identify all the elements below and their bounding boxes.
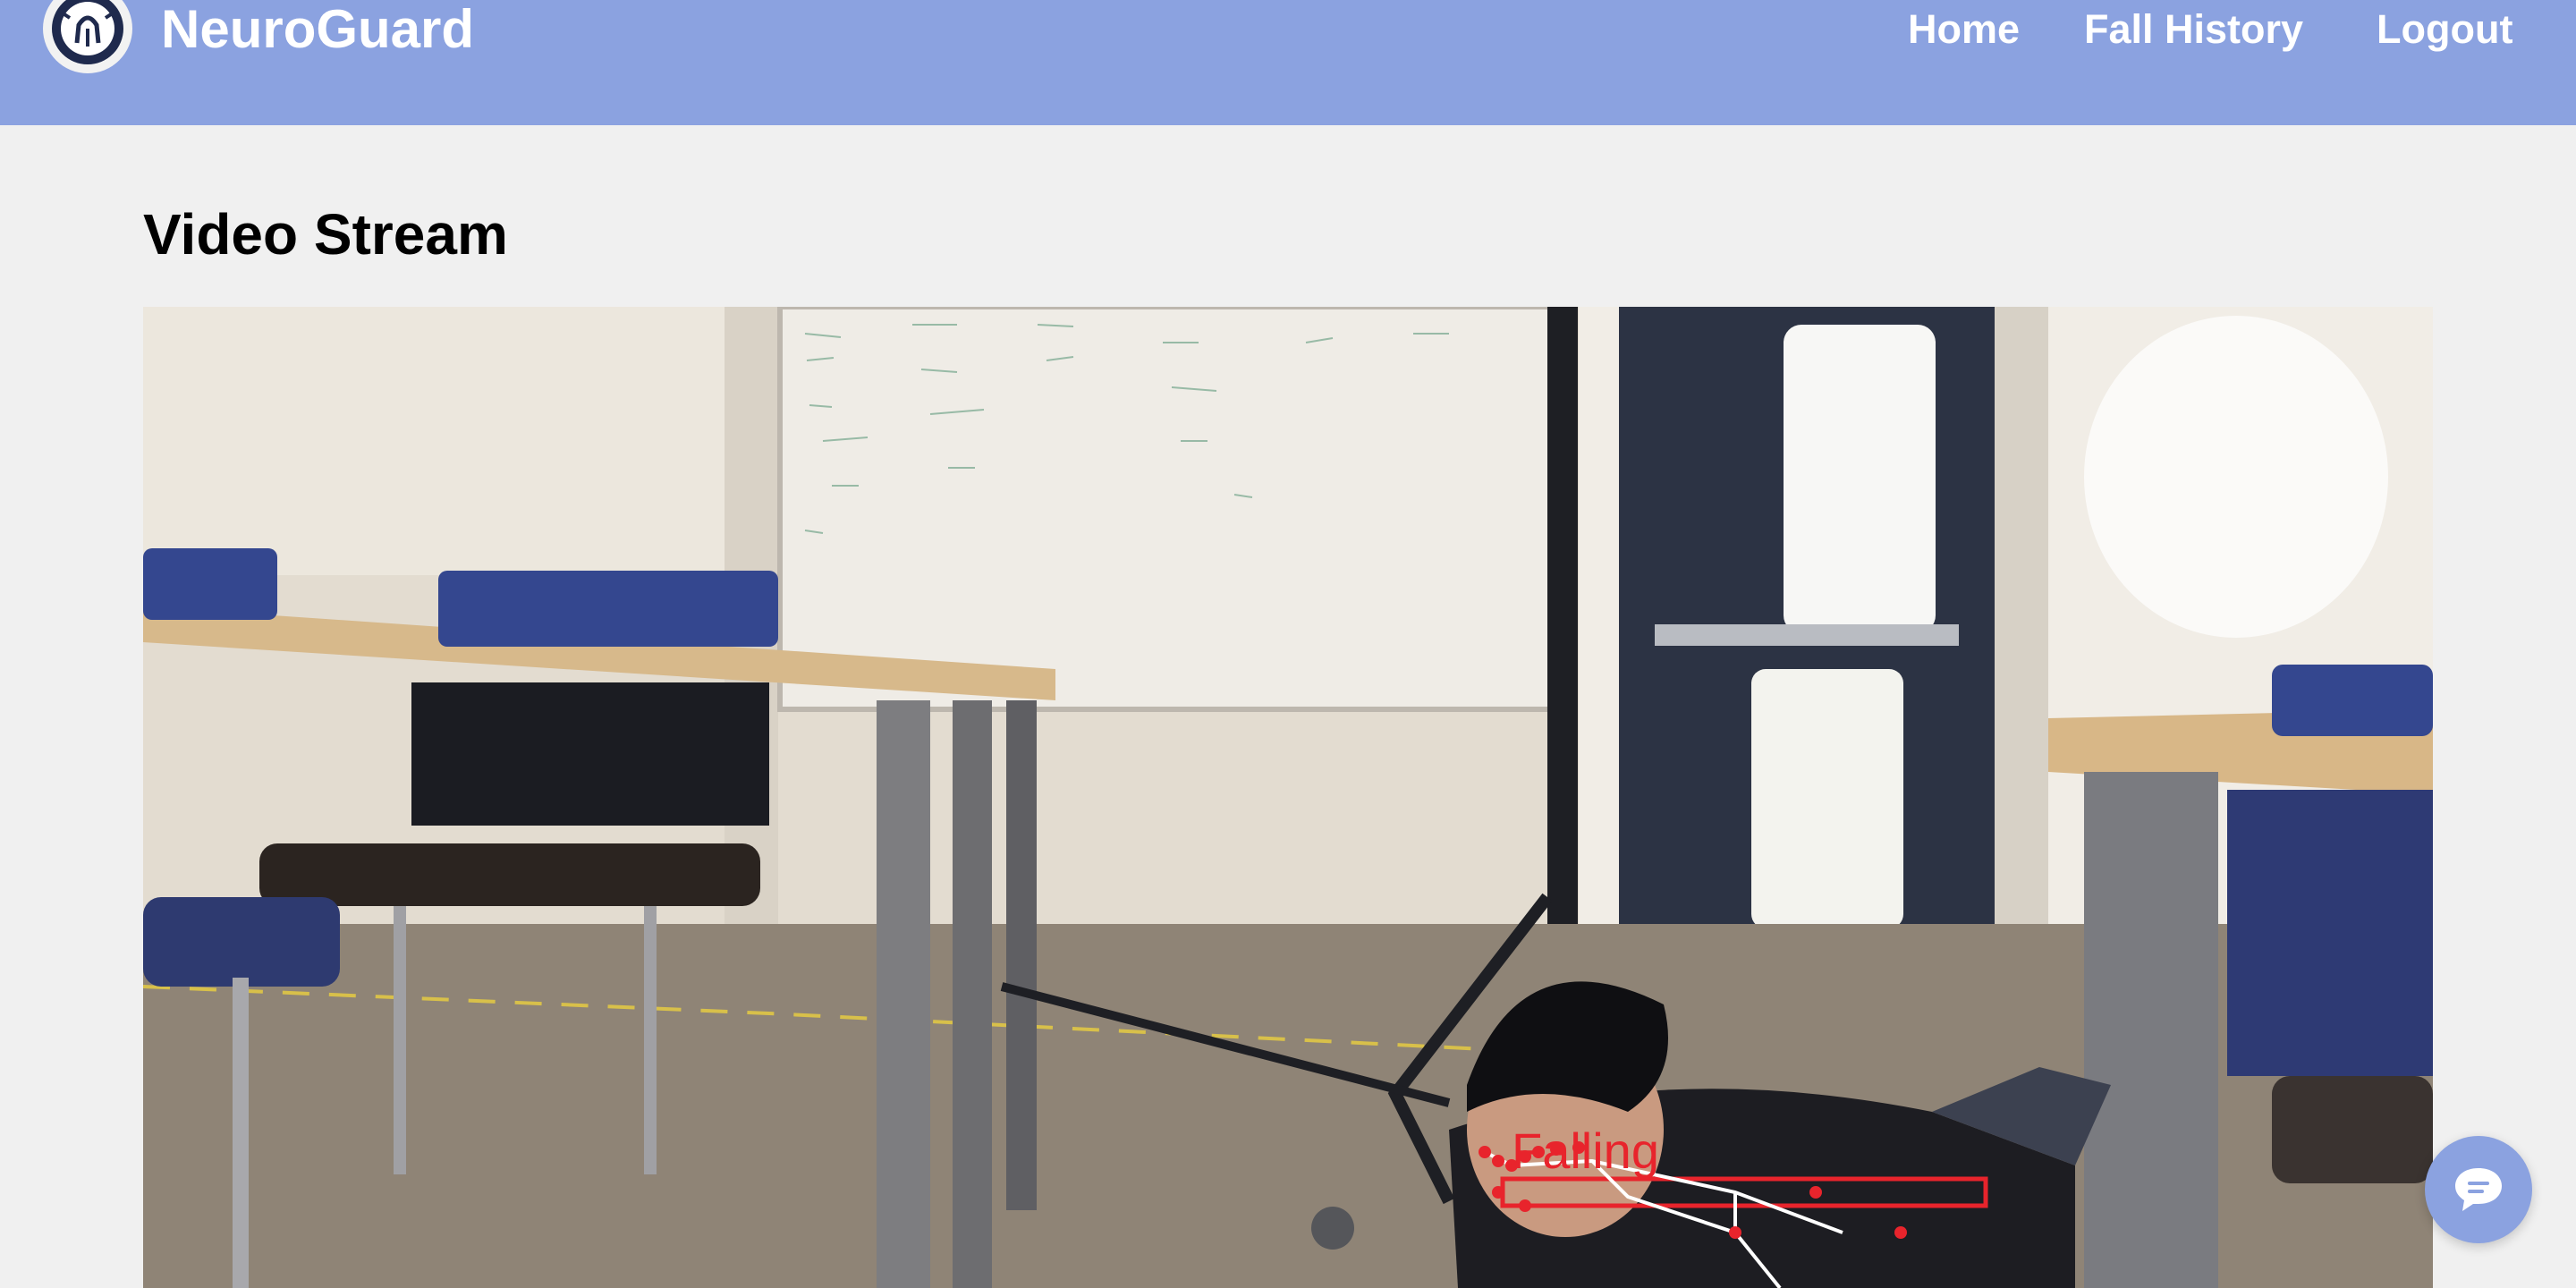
whiteboard — [777, 307, 1561, 712]
whiteboard-stand — [1547, 307, 1578, 933]
chair-backrest — [2227, 790, 2433, 1076]
chair-back — [438, 571, 778, 647]
video-frame-scene: Falling — [143, 307, 2433, 1288]
top-navbar: NeuroGuard Home Fall History Logout — [0, 0, 2576, 125]
chair-leg — [644, 906, 657, 1174]
nav-logout-link[interactable]: Logout — [2377, 0, 2512, 59]
chair-seat — [259, 843, 760, 906]
chair-back — [143, 548, 277, 620]
caster-wheel — [1311, 1207, 1354, 1250]
nav-fall-history-link[interactable]: Fall History — [2084, 0, 2303, 59]
chair-seat — [143, 897, 340, 987]
door-window-bottom — [1751, 669, 1903, 928]
table-leg — [953, 700, 992, 1288]
window-glare — [2084, 316, 2388, 638]
video-stream[interactable]: Falling — [143, 307, 2433, 1288]
table-leg — [1006, 700, 1037, 1210]
door-frame — [1995, 307, 2048, 973]
page-title: Video Stream — [143, 202, 508, 267]
chair-backrest — [411, 682, 769, 826]
chair-seat — [2272, 1076, 2433, 1183]
neuroguard-logo-icon[interactable] — [43, 0, 132, 73]
chair-leg — [233, 978, 249, 1288]
wall-panel — [143, 307, 724, 575]
table-leg — [2084, 772, 2218, 1288]
chair-back — [2272, 665, 2433, 736]
table-leg — [877, 700, 930, 1288]
chair-leg — [394, 906, 406, 1174]
chat-bubble-icon — [2455, 1168, 2502, 1211]
brand-name[interactable]: NeuroGuard — [161, 0, 474, 59]
nav-home-link[interactable]: Home — [1908, 0, 2020, 59]
door-push-bar — [1655, 624, 1959, 646]
fall-status-label: Falling — [1512, 1123, 1659, 1179]
chat-button[interactable] — [2425, 1136, 2532, 1243]
door-window-top — [1784, 325, 1936, 633]
